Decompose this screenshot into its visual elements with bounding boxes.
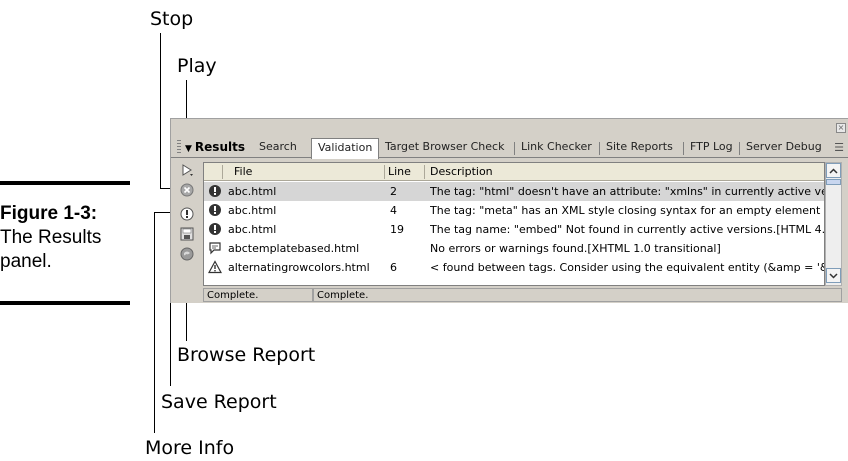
tab-validation[interactable]: Validation (311, 138, 380, 159)
results-table: File Line Description abc.html 2 The tag… (203, 162, 825, 286)
caption-rule-top (0, 181, 130, 185)
callout-save-report: Save Report (161, 391, 277, 413)
cell-description: The tag: "meta" has an XML style closing… (430, 204, 824, 217)
table-row[interactable]: abc.html 4 The tag: "meta" has an XML st… (204, 201, 824, 220)
column-header-description[interactable]: Description (430, 165, 493, 178)
save-report-icon[interactable] (179, 226, 195, 242)
callout-stop: Stop (150, 8, 194, 30)
figure-label: Figure 1-3: (0, 203, 98, 224)
caption-rule-bottom (0, 301, 130, 305)
leader-more-info-vertical (154, 212, 155, 433)
stop-icon[interactable] (179, 182, 195, 198)
message-icon (209, 242, 221, 255)
callout-play: Play (177, 55, 217, 77)
panel-grip-icon[interactable] (177, 140, 181, 154)
header-separator (424, 165, 425, 179)
expand-triangle-icon: ▼ (185, 144, 192, 154)
cell-line: 2 (390, 185, 397, 198)
panel-top-strip (171, 119, 848, 135)
cell-file: abctemplatebased.html (228, 242, 360, 255)
figure-description: The Results panel. (0, 227, 102, 272)
tab-separator (739, 142, 740, 155)
results-toolbar (175, 161, 199, 286)
tab-search[interactable]: Search (259, 140, 297, 153)
status-left: Complete. (203, 288, 313, 302)
error-icon (209, 185, 221, 197)
header-separator (222, 165, 223, 179)
callout-browse-report: Browse Report (177, 344, 316, 366)
tab-ftp-log[interactable]: FTP Log (690, 140, 733, 153)
scroll-down-icon[interactable] (826, 268, 841, 283)
cell-description: The tag: "html" doesn't have an attribut… (430, 185, 824, 198)
panel-title[interactable]: ▼ Results (185, 140, 245, 154)
vertical-scrollbar[interactable] (825, 162, 842, 286)
scroll-thumb[interactable] (826, 179, 841, 185)
table-row[interactable]: abc.html 2 The tag: "html" doesn't have … (204, 182, 824, 201)
panel-tab-bar: ▼ Results Search Validation Target Browse… (171, 136, 848, 159)
tab-link-checker[interactable]: Link Checker (521, 140, 592, 153)
tab-target-browser-check[interactable]: Target Browser Check (385, 140, 504, 153)
error-icon (209, 223, 221, 235)
figure-caption: Figure 1-3: The Results panel. (0, 202, 150, 274)
cell-file: abc.html (228, 204, 277, 217)
scroll-up-icon[interactable] (826, 163, 841, 178)
cell-line: 4 (390, 204, 397, 217)
tab-server-debug[interactable]: Server Debug (746, 140, 822, 153)
cell-line: 6 (390, 261, 397, 274)
more-info-icon[interactable] (179, 206, 195, 222)
warning-icon (208, 260, 222, 274)
browse-report-icon[interactable] (179, 246, 195, 262)
table-row[interactable]: abctemplatebased.html No errors or warni… (204, 239, 824, 258)
tab-site-reports[interactable]: Site Reports (606, 140, 673, 153)
status-right: Complete. (313, 288, 842, 302)
column-header-file[interactable]: File (234, 165, 252, 178)
tab-separator (599, 142, 600, 155)
tab-separator (514, 142, 515, 155)
cell-description: The tag name: "embed" Not found in curre… (430, 223, 824, 236)
callout-more-info: More Info (145, 437, 235, 459)
cell-description: < found between tags. Consider using the… (430, 261, 824, 274)
panel-options-menu-icon[interactable]: ☰ (834, 141, 844, 154)
play-icon[interactable] (179, 162, 195, 178)
error-icon (209, 204, 221, 216)
leader-stop-vertical (160, 33, 161, 188)
close-icon[interactable]: × (836, 123, 846, 133)
table-header: File Line Description (204, 163, 824, 181)
cell-file: abc.html (228, 185, 277, 198)
cell-line: 19 (390, 223, 404, 236)
cell-description: No errors or warnings found.[XHTML 1.0 t… (430, 242, 721, 255)
table-row[interactable]: alternatingrowcolors.html 6 < found betw… (204, 258, 824, 277)
header-separator (384, 165, 385, 179)
status-bar: Complete. Complete. (203, 288, 842, 302)
cell-file: abc.html (228, 223, 277, 236)
column-header-line[interactable]: Line (388, 165, 411, 178)
results-panel: × ▼ Results Search Validation Target Brow… (170, 118, 848, 303)
table-row[interactable]: abc.html 19 The tag name: "embed" Not fo… (204, 220, 824, 239)
cell-file: alternatingrowcolors.html (228, 261, 370, 274)
tab-separator (683, 142, 684, 155)
